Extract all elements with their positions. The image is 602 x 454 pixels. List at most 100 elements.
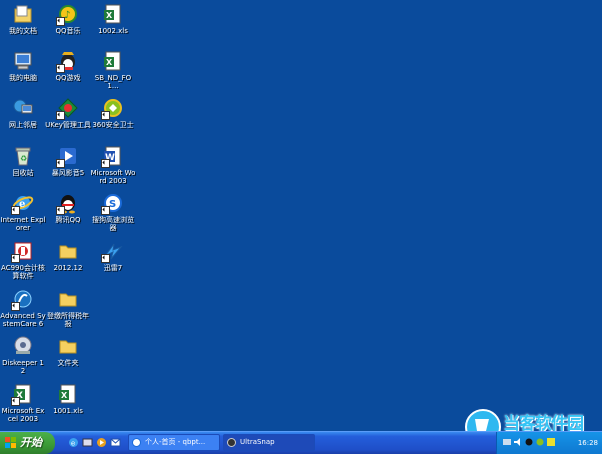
desktop-icon-folder-tax[interactable]: 登缴所得税年报 (45, 288, 91, 328)
network-places-icon (12, 97, 34, 119)
desktop-icon-folder-2012[interactable]: 2012.12 (45, 240, 91, 272)
task-button-browser[interactable]: 个人-首页 - qbpt... (128, 434, 220, 451)
accounting-software-icon (11, 240, 34, 263)
desktop-icon-label: 2012.12 (53, 264, 83, 272)
taskbar: 开始 e 个人-首页 - qbpt... UltraSnap 16:28 (0, 431, 602, 454)
desktop-icon-ac990[interactable]: AC990会计核算软件 (0, 240, 46, 280)
desktop: 我的文档 我的电脑 网上邻居 ♻ 回收站 e Internet Explorer… (0, 0, 602, 431)
desktop-icon-sb-nd-fo1[interactable]: X SB_ND_FO1... (90, 50, 136, 90)
desktop-icon-sogou-browser[interactable]: S 搜狗高速浏览器 (90, 192, 136, 232)
word-icon: W (101, 145, 124, 168)
desktop-icon-internet-explorer[interactable]: e Internet Explorer (0, 192, 46, 232)
desktop-icon-my-documents[interactable]: 我的文档 (0, 3, 46, 35)
task-button-ultrasnap[interactable]: UltraSnap (223, 434, 315, 451)
media-icon[interactable] (96, 437, 107, 448)
desktop-icon-ukey-tool[interactable]: UKey管理工具 (45, 97, 91, 129)
desktop-icon-qq-game[interactable]: QQ游戏 (45, 50, 91, 82)
show-desktop-icon[interactable] (82, 437, 93, 448)
xunlei-icon (101, 240, 124, 263)
desktop-icon-label: QQ音乐 (55, 27, 81, 35)
svg-text:S: S (109, 199, 116, 210)
folder-icon (57, 335, 79, 357)
desktop-icon-diskeeper[interactable]: Diskeeper 12 (0, 335, 46, 375)
ultrasnap-icon (227, 438, 236, 447)
start-label: 开始 (20, 436, 42, 449)
task-button-label: 个人-首页 - qbpt... (145, 438, 206, 446)
desktop-icon-label: 腾讯QQ (55, 216, 81, 224)
desktop-icon-label: Microsoft Excel 2003 (1, 407, 45, 423)
security-360-icon (101, 97, 124, 120)
desktop-icon-label: 暴风影音5 (51, 169, 85, 177)
desktop-icon-xunlei[interactable]: 迅雷7 (90, 240, 136, 272)
recycle-bin-icon: ♻ (12, 145, 34, 167)
svg-text:X: X (106, 58, 113, 67)
desktop-icon-label: 网上邻居 (9, 121, 37, 129)
qq-game-icon (56, 50, 79, 73)
svg-text:♻: ♻ (20, 154, 27, 163)
svg-text:X: X (106, 11, 113, 20)
desktop-icon-label: SB_ND_FO1... (94, 74, 132, 90)
task-button-label: UltraSnap (240, 438, 275, 446)
sogou-browser-icon: S (101, 192, 124, 215)
desktop-icon-label: 回收站 (12, 169, 34, 177)
ukey-tool-icon (56, 97, 79, 120)
outlook-icon[interactable] (110, 437, 121, 448)
tray-qq-icon[interactable] (525, 438, 533, 446)
desktop-icon-1002-xls[interactable]: X 1002.xls (90, 3, 136, 35)
system-tray: 16:28 (496, 432, 602, 454)
desktop-icon-label: QQ游戏 (55, 74, 81, 82)
excel-file-icon: X (102, 3, 124, 25)
desktop-icon-label: 迅雷7 (103, 264, 123, 272)
excel-icon: X (11, 383, 34, 406)
diskeeper-icon (12, 335, 34, 357)
desktop-icon-label: 1002.xls (98, 27, 128, 35)
desktop-icon-label: 360安全卫士 (92, 121, 134, 129)
windows-logo-icon (5, 437, 16, 448)
folder-icon (57, 240, 79, 262)
svg-text:e: e (71, 440, 75, 448)
desktop-icon-label: 我的文档 (9, 27, 37, 35)
desktop-icon-word-2003[interactable]: W Microsoft Word 2003 (90, 145, 136, 185)
baofeng-player-icon (56, 145, 79, 168)
clock[interactable]: 16:28 (578, 432, 598, 454)
desktop-icon-excel-2003[interactable]: X Microsoft Excel 2003 (0, 383, 46, 423)
desktop-icon-label: 搜狗高速浏览器 (92, 216, 134, 232)
desktop-icon-recycle-bin[interactable]: ♻ 回收站 (0, 145, 46, 177)
desktop-icon-label: 文件夹 (57, 359, 79, 367)
desktop-icon-label: Microsoft Word 2003 (90, 169, 136, 185)
desktop-icon-label: 登缴所得税年报 (47, 312, 89, 328)
tray-network-icon[interactable] (503, 438, 511, 446)
systemcare-icon (11, 288, 34, 311)
desktop-icon-label: 1001.xls (53, 407, 83, 415)
tray-input-icon[interactable] (547, 438, 555, 446)
my-computer-icon (12, 50, 34, 72)
desktop-icon-label: Advanced SystemCare 6 (0, 312, 46, 328)
ie-quick-icon[interactable]: e (68, 437, 79, 448)
qq-penguin-icon (56, 192, 79, 215)
document-file-icon: X (102, 50, 124, 72)
desktop-icon-label: AC990会计核算软件 (1, 264, 45, 280)
desktop-icon-1001-xls[interactable]: X 1001.xls (45, 383, 91, 415)
svg-text:X: X (61, 391, 68, 400)
folder-icon (57, 288, 79, 310)
desktop-icon-label: Diskeeper 12 (2, 359, 44, 375)
desktop-icon-folder-new[interactable]: 文件夹 (45, 335, 91, 367)
ie-icon: e (11, 192, 34, 215)
desktop-icon-qq-music[interactable]: ♪ QQ音乐 (45, 3, 91, 35)
desktop-icon-label: 我的电脑 (9, 74, 37, 82)
desktop-icon-my-computer[interactable]: 我的电脑 (0, 50, 46, 82)
desktop-icon-tencent-qq[interactable]: 腾讯QQ (45, 192, 91, 224)
tray-volume-icon[interactable] (514, 438, 522, 446)
sogou-browser-icon (132, 438, 141, 447)
qq-music-icon: ♪ (56, 3, 79, 26)
tray-360-icon[interactable] (536, 438, 544, 446)
desktop-icon-advanced-systemcare[interactable]: Advanced SystemCare 6 (0, 288, 46, 328)
desktop-icon-network-places[interactable]: 网上邻居 (0, 97, 46, 129)
excel-file-icon: X (57, 383, 79, 405)
desktop-icon-baofeng[interactable]: 暴风影音5 (45, 145, 91, 177)
desktop-icon-360-security[interactable]: 360安全卫士 (90, 97, 136, 129)
desktop-icon-label: Internet Explorer (0, 216, 46, 232)
desktop-icon-label: UKey管理工具 (45, 121, 91, 129)
my-documents-icon (12, 3, 34, 25)
start-button[interactable]: 开始 (0, 432, 55, 454)
